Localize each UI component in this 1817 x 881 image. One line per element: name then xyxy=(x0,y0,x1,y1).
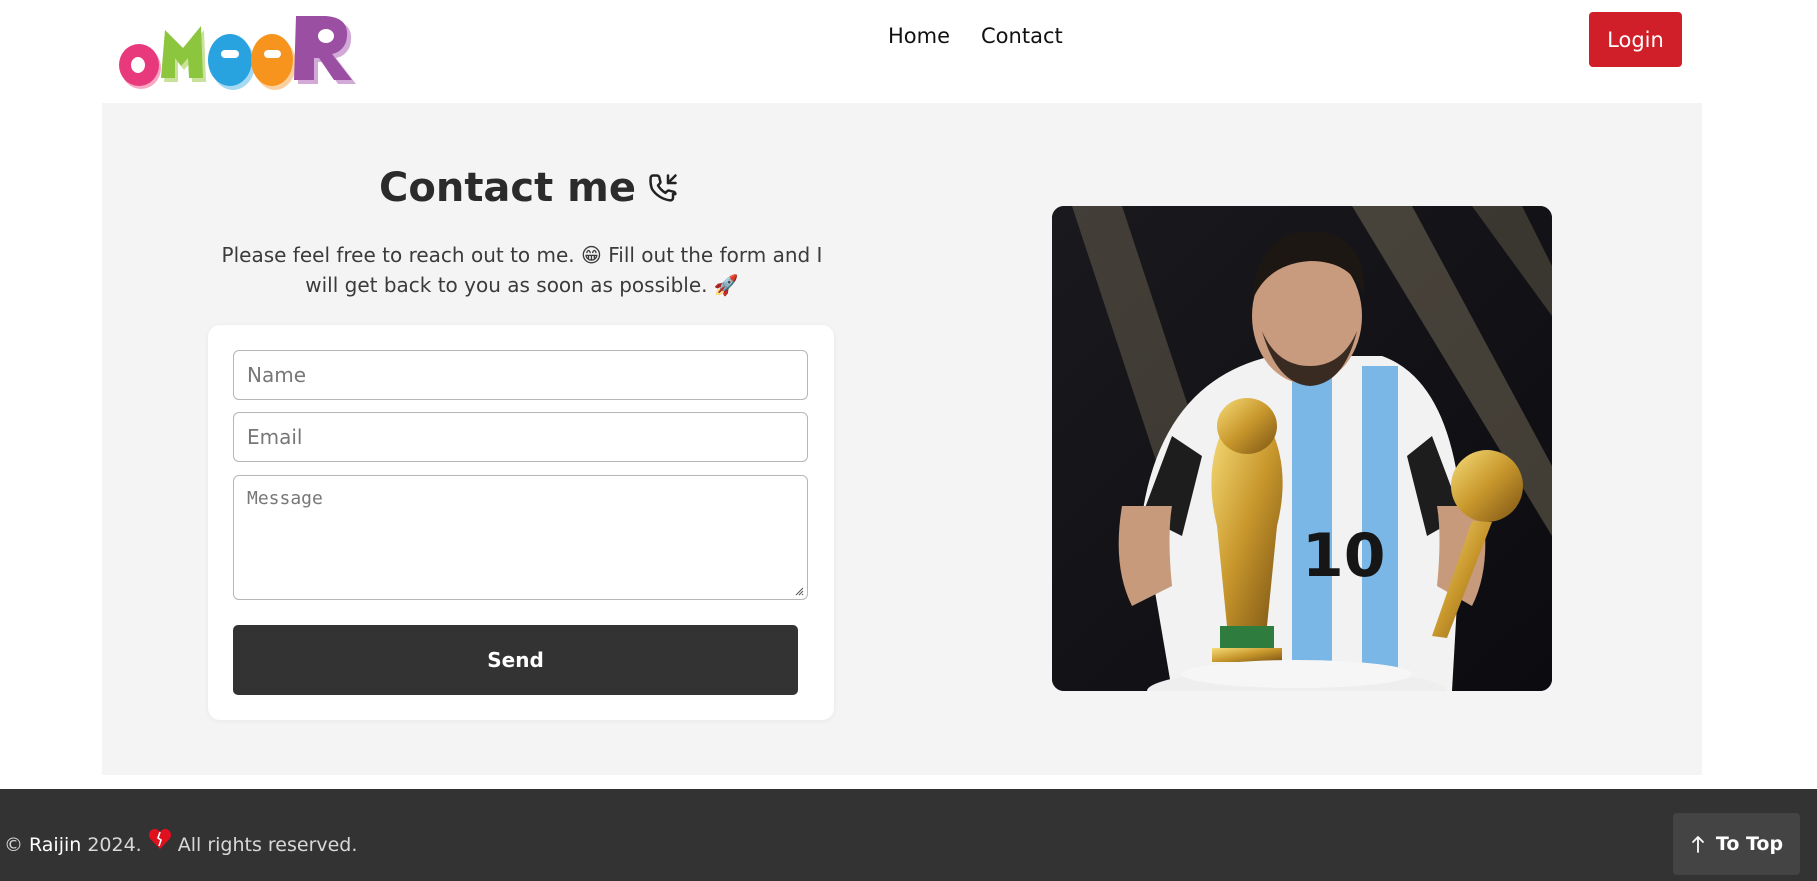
login-button[interactable]: Login xyxy=(1589,12,1682,67)
logo[interactable] xyxy=(118,12,364,92)
to-top-label: To Top xyxy=(1715,833,1784,855)
name-input[interactable]: Name xyxy=(233,350,808,400)
site-header: Home Contact Login xyxy=(0,0,1817,102)
nav-contact-link[interactable]: Contact xyxy=(981,24,1063,48)
send-button[interactable]: Send xyxy=(233,625,798,695)
svg-text:10: 10 xyxy=(1302,521,1386,591)
arrow-up-icon xyxy=(1691,836,1704,853)
page-title: Contact me xyxy=(379,165,636,211)
contact-section: Contact me Please feel free to reach out… xyxy=(102,103,1702,775)
resize-handle-icon[interactable] xyxy=(794,586,804,596)
main-nav: Home Contact xyxy=(888,24,1063,48)
site-footer: © Raijin 2024. All rights reserved. To T… xyxy=(0,789,1817,881)
copyright-year: 2024. xyxy=(87,834,142,856)
nav-home-link[interactable]: Home xyxy=(888,24,950,48)
phone-incoming-icon xyxy=(648,173,678,203)
copyright-text: © Raijin 2024. All rights reserved. xyxy=(4,828,358,856)
contact-description: Please feel free to reach out to me. 😁 F… xyxy=(221,243,823,297)
rights-text: All rights reserved. xyxy=(177,834,358,856)
brand-name[interactable]: Raijin xyxy=(29,834,81,856)
contact-form: Name Email Message Send xyxy=(208,325,834,720)
copyright-symbol: © xyxy=(4,834,23,856)
message-placeholder: Message xyxy=(247,488,323,509)
contact-heading: Contact me xyxy=(379,165,678,211)
email-input[interactable]: Email xyxy=(233,412,808,462)
player-trophy-photo: 10 xyxy=(1052,206,1552,691)
message-textarea[interactable]: Message xyxy=(233,475,808,600)
heart-icon xyxy=(148,828,171,849)
logo-graphic xyxy=(119,16,356,90)
to-top-button[interactable]: To Top xyxy=(1673,813,1800,875)
